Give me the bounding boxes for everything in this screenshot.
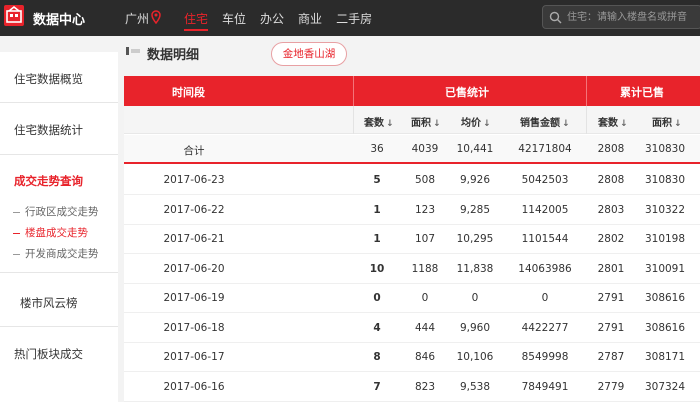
sidebar-subitem-developer-trend[interactable]: 开发商成交走势: [13, 246, 99, 261]
column-header-cum-units[interactable]: 套数 ↓: [598, 114, 628, 129]
table-cell: 308616: [644, 292, 686, 304]
column-header-cum-area[interactable]: 面积 ↓: [652, 114, 682, 129]
section-title: 数据明细: [147, 48, 200, 63]
row-date: 2017-06-17: [163, 351, 225, 363]
column-header-area[interactable]: 面积 ↓: [411, 114, 441, 129]
table-total-row: 合计 36 4039 10,441 42171804 2808 310830: [124, 135, 700, 164]
table-cell: 310091: [644, 262, 686, 275]
sort-down-icon[interactable]: ↓: [562, 119, 570, 129]
table-cell: 0: [471, 292, 479, 304]
column-header-avg-price[interactable]: 均价 ↓: [461, 114, 491, 129]
table-row: 2017-06-16 7 823 9,538 7849491 2779 307324: [124, 373, 700, 402]
table-cell: 310830: [644, 174, 686, 186]
row-date: 2017-06-23: [163, 174, 225, 186]
column-header-units[interactable]: 套数 ↓: [364, 114, 394, 129]
section-marker-icon: [126, 47, 140, 55]
table-row: 2017-06-17 8 846 10,106 8549998 2787 308171: [124, 343, 700, 372]
location-pin-icon[interactable]: [151, 10, 161, 24]
app-title: 数据中心: [33, 13, 86, 28]
sidebar-item-trend-query[interactable]: 成交走势查询: [14, 173, 83, 189]
table-cell: 310198: [644, 233, 686, 245]
header-sold-stats: 已售统计: [445, 86, 489, 99]
header-cumulative-sold: 累计已售: [620, 86, 664, 99]
column-header-sales-amount[interactable]: 销售金额 ↓: [520, 114, 570, 129]
sidebar-item-hot-blocks[interactable]: 热门板块成交: [14, 346, 83, 362]
nav-tab-commercial[interactable]: 商业: [298, 0, 322, 36]
row-date: 2017-06-16: [163, 380, 225, 393]
row-date: 2017-06-18: [163, 321, 225, 334]
nav-tab-parking[interactable]: 车位: [222, 0, 246, 36]
table-cell: 10,441: [456, 143, 494, 155]
sidebar-item-overview[interactable]: 住宅数据概览: [14, 71, 83, 87]
search-input[interactable]: [567, 9, 700, 25]
sidebar-divider: [0, 326, 118, 327]
sidebar: 住宅数据概览 住宅数据统计 成交走势查询 行政区成交走势 楼盘成交走势 开发商成…: [0, 52, 118, 402]
table-row: 2017-06-18 4 444 9,960 4422277 2791 308616: [124, 314, 700, 343]
sidebar-divider: [0, 272, 118, 273]
table-cell: 9,285: [459, 203, 491, 216]
table-group-header: 时间段 已售统计 累计已售: [124, 76, 700, 106]
project-tag-button[interactable]: 金地香山湖: [271, 42, 347, 66]
sort-down-icon[interactable]: ↓: [674, 119, 682, 129]
table-cell: 310322: [644, 203, 686, 216]
sidebar-item-statistics[interactable]: 住宅数据统计: [14, 122, 83, 138]
sidebar-divider: [0, 102, 118, 103]
table-cell: 307324: [644, 380, 686, 393]
table-cell: 308616: [644, 321, 686, 334]
row-date: 2017-06-22: [163, 203, 225, 216]
table-row: 2017-06-20 10 1188 11,838 14063986 2801 310091: [124, 255, 700, 284]
logo-icon[interactable]: [4, 5, 24, 26]
table-cell: 11,838: [456, 262, 494, 275]
table-cell: 10,295: [456, 233, 494, 245]
sort-down-icon[interactable]: ↓: [620, 119, 628, 129]
table-row: 2017-06-21 1 107 10,295 1101544 2802 310198: [124, 225, 700, 254]
search-icon[interactable]: [549, 11, 562, 24]
sort-down-icon[interactable]: ↓: [386, 119, 394, 129]
row-date: 2017-06-21: [163, 233, 225, 245]
sort-down-icon[interactable]: ↓: [433, 119, 441, 129]
sidebar-item-ranking[interactable]: 楼市风云榜: [20, 295, 78, 311]
nav-tab-residential[interactable]: 住宅: [184, 0, 209, 36]
table-cell: 9,538: [459, 380, 491, 393]
table-cell: 310830: [644, 143, 686, 155]
sidebar-subitem-district-trend[interactable]: 行政区成交走势: [13, 204, 99, 219]
top-bar: 数据中心 广州 住宅 车位 办公 商业 二手房: [0, 0, 700, 36]
data-table: 时间段 已售统计 累计已售 套数 ↓ 面积 ↓ 均价 ↓ 销售金额 ↓ 套数 ↓ 面积 ↓ …: [124, 76, 700, 402]
header-period: 时间段: [172, 86, 205, 99]
search-box[interactable]: [542, 5, 700, 29]
table-row: 2017-06-23 5 508 9,926 5042503 2808 310830: [124, 166, 700, 195]
total-label: 合计: [183, 145, 205, 157]
nav-tab-second-hand[interactable]: 二手房: [336, 0, 372, 36]
sidebar-subitem-project-trend[interactable]: 楼盘成交走势: [13, 225, 88, 240]
row-date: 2017-06-19: [163, 292, 225, 304]
row-date: 2017-06-20: [163, 262, 225, 275]
table-row: 2017-06-22 1 123 9,285 1142005 2803 310322: [124, 196, 700, 225]
table-cell: 308171: [644, 351, 686, 363]
nav-tab-office[interactable]: 办公: [260, 0, 284, 36]
main-nav: 住宅 车位 办公 商业 二手房: [184, 0, 386, 36]
table-cell: 9,926: [459, 174, 491, 186]
table-row: 2017-06-19 0 0 0 0 2791 308616: [124, 284, 700, 313]
sort-down-icon[interactable]: ↓: [483, 119, 491, 129]
table-cell: 9,960: [459, 321, 491, 334]
city-selector[interactable]: 广州: [125, 10, 149, 27]
table-cell: 10,106: [456, 351, 494, 363]
table-column-header: 套数 ↓ 面积 ↓ 均价 ↓ 销售金额 ↓ 套数 ↓ 面积 ↓: [124, 106, 700, 134]
sidebar-divider: [0, 154, 118, 155]
